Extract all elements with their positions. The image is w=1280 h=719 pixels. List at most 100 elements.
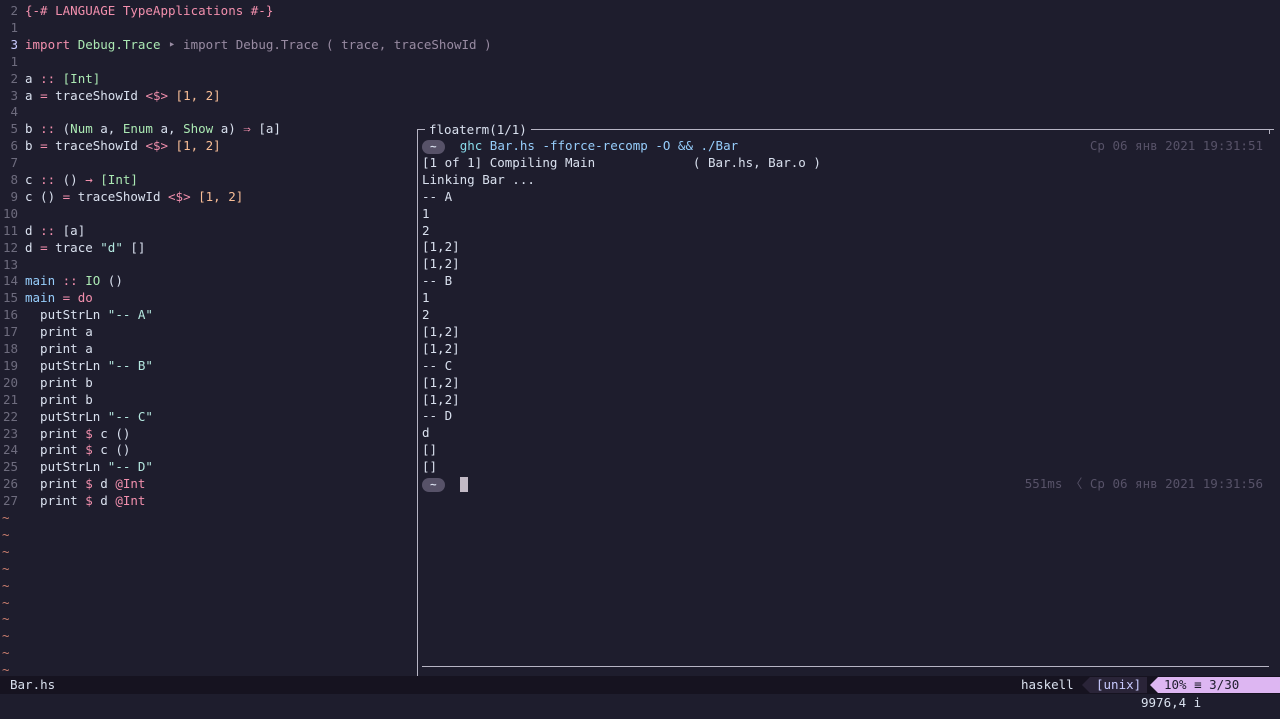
- code-line[interactable]: 1: [0, 19, 18, 36]
- code-token: d: [25, 222, 41, 238]
- line-number: 10: [2, 205, 18, 221]
- code-token: ‣ import Debug.Trace ( trace, traceShowI…: [160, 36, 492, 52]
- code-line[interactable]: 19 putStrLn "-- B": [0, 357, 153, 374]
- terminal-output-line: []: [422, 459, 438, 475]
- line-number: 15: [2, 290, 18, 306]
- code-token: print: [25, 493, 86, 509]
- code-line[interactable]: 26 print $ d @Int: [0, 475, 146, 492]
- code-token: "-- C": [107, 408, 153, 424]
- code-token: Num: [70, 121, 101, 137]
- code-token: print: [25, 442, 86, 458]
- code-line[interactable]: 23 print $ c (): [0, 425, 130, 442]
- code-token: do: [77, 290, 93, 306]
- code-line[interactable]: 17 print a: [0, 323, 93, 340]
- code-text: print $ d @Int: [25, 492, 145, 509]
- statusline-separator: [1150, 677, 1158, 693]
- code-token: a: [25, 70, 41, 86]
- code-text: putStrLn "-- B": [25, 357, 153, 374]
- code-text: print $ c (): [25, 425, 130, 442]
- code-token: ⇒: [243, 121, 259, 137]
- line-number: 14: [2, 273, 18, 289]
- code-token: print: [25, 476, 86, 492]
- empty-line-marker: ~: [2, 560, 10, 576]
- code-token: main: [25, 290, 63, 306]
- code-line[interactable]: 2 {-# LANGUAGE TypeApplications #-}: [0, 2, 273, 19]
- code-token: ::: [62, 273, 86, 289]
- code-token: a,: [160, 121, 184, 137]
- code-line[interactable]: 16 putStrLn "-- A": [0, 306, 153, 323]
- code-line[interactable]: 7: [0, 154, 18, 171]
- floaterm-window[interactable]: floaterm(1/1) ~ ghc Bar.hs -fforce-recom…: [417, 120, 1274, 676]
- code-line[interactable]: 27 print $ d @Int: [0, 492, 146, 509]
- code-line[interactable]: 18 print a: [0, 340, 93, 357]
- code-line[interactable]: 5 b :: (Num a, Enum a, Show a) ⇒ [a]: [0, 120, 280, 137]
- line-number: 2: [10, 70, 18, 86]
- code-token: ::: [40, 172, 63, 187]
- terminal-output-line: -- D: [422, 408, 453, 424]
- empty-line-marker: ~: [2, 594, 10, 610]
- code-line[interactable]: 11 d :: [a]: [0, 222, 85, 239]
- code-line[interactable]: 13: [0, 256, 18, 273]
- line-number: 23: [2, 425, 18, 441]
- code-token: print b: [25, 391, 93, 407]
- code-token: putStrLn: [25, 408, 108, 424]
- code-text: d :: [a]: [25, 222, 85, 239]
- code-line[interactable]: 4: [0, 103, 18, 120]
- code-line[interactable]: 21 print b: [0, 391, 93, 408]
- code-token: a): [220, 121, 244, 137]
- line-number: 27: [2, 493, 18, 509]
- code-line[interactable]: 25 putStrLn "-- D": [0, 458, 153, 475]
- code-line[interactable]: 9 c () = traceShowId <$> [1, 2]: [0, 188, 243, 205]
- terminal-output-line: -- A: [422, 188, 453, 204]
- code-token: ::: [40, 222, 63, 238]
- code-text: putStrLn "-- A": [25, 306, 153, 323]
- code-token: [1, 2]: [198, 188, 244, 204]
- code-token: print b: [25, 374, 93, 390]
- terminal-output-line: [1,2]: [422, 340, 460, 356]
- code-line[interactable]: 12 d = trace "d" []: [0, 239, 146, 256]
- empty-line-marker: ~: [2, 645, 10, 661]
- code-line[interactable]: 8c :: () → [Int]: [0, 171, 137, 188]
- empty-line-marker: ~: [2, 611, 10, 627]
- statusline-filename: Bar.hs: [10, 677, 56, 692]
- line-number: 20: [2, 374, 18, 390]
- code-token: $: [85, 442, 101, 458]
- command-line[interactable]: 9976,4 i: [1141, 694, 1201, 712]
- code-line[interactable]: 3 import Debug.Trace ‣ import Debug.Trace…: [0, 36, 491, 53]
- line-number: 1: [10, 19, 18, 35]
- code-token: import: [25, 36, 78, 52]
- code-token: trace: [55, 239, 101, 255]
- code-token: =: [40, 239, 56, 255]
- terminal-output-line: [1,2]: [422, 256, 460, 272]
- terminal-output-line: 2: [422, 222, 430, 238]
- code-text: import Debug.Trace ‣ import Debug.Trace …: [25, 36, 492, 53]
- line-number: 11: [2, 222, 18, 238]
- floaterm-title: floaterm(1/1): [425, 121, 531, 138]
- code-line[interactable]: 1: [0, 53, 18, 70]
- code-line[interactable]: 3a = traceShowId <$> [1, 2]: [0, 87, 220, 104]
- code-line[interactable]: 24 print $ c (): [0, 441, 130, 458]
- code-token: traceShowId: [77, 188, 169, 204]
- code-line[interactable]: 14 main :: IO (): [0, 272, 123, 289]
- code-token: =: [62, 290, 78, 306]
- code-token: $: [85, 425, 101, 441]
- code-line[interactable]: 15 main = do: [0, 289, 93, 306]
- code-line[interactable]: 10: [0, 205, 18, 222]
- code-line[interactable]: 6b = traceShowId <$> [1, 2]: [0, 137, 220, 154]
- code-token: =: [40, 87, 56, 103]
- code-line[interactable]: 22 putStrLn "-- C": [0, 408, 153, 425]
- code-text: print b: [25, 391, 93, 408]
- code-token: =: [62, 188, 78, 204]
- code-line[interactable]: 20 print b: [0, 374, 93, 391]
- code-token: traceShowId: [55, 87, 146, 103]
- command-args: Bar.hs -fforce-recomp -O && ./Bar: [482, 138, 739, 153]
- terminal-output-line: [1,2]: [422, 239, 460, 255]
- code-line[interactable]: 2a :: [Int]: [0, 70, 100, 87]
- statusline-position: 10% ≡ 3/30 ㏑:1: [1158, 677, 1280, 708]
- line-number: 3: [10, 36, 18, 52]
- code-token: print: [25, 425, 86, 441]
- code-token: @Int: [115, 476, 146, 492]
- code-token: print a: [25, 324, 93, 340]
- code-token: [1, 2]: [175, 138, 221, 154]
- timestamp: Ср 06 янв 2021 19:31:51: [1089, 138, 1263, 153]
